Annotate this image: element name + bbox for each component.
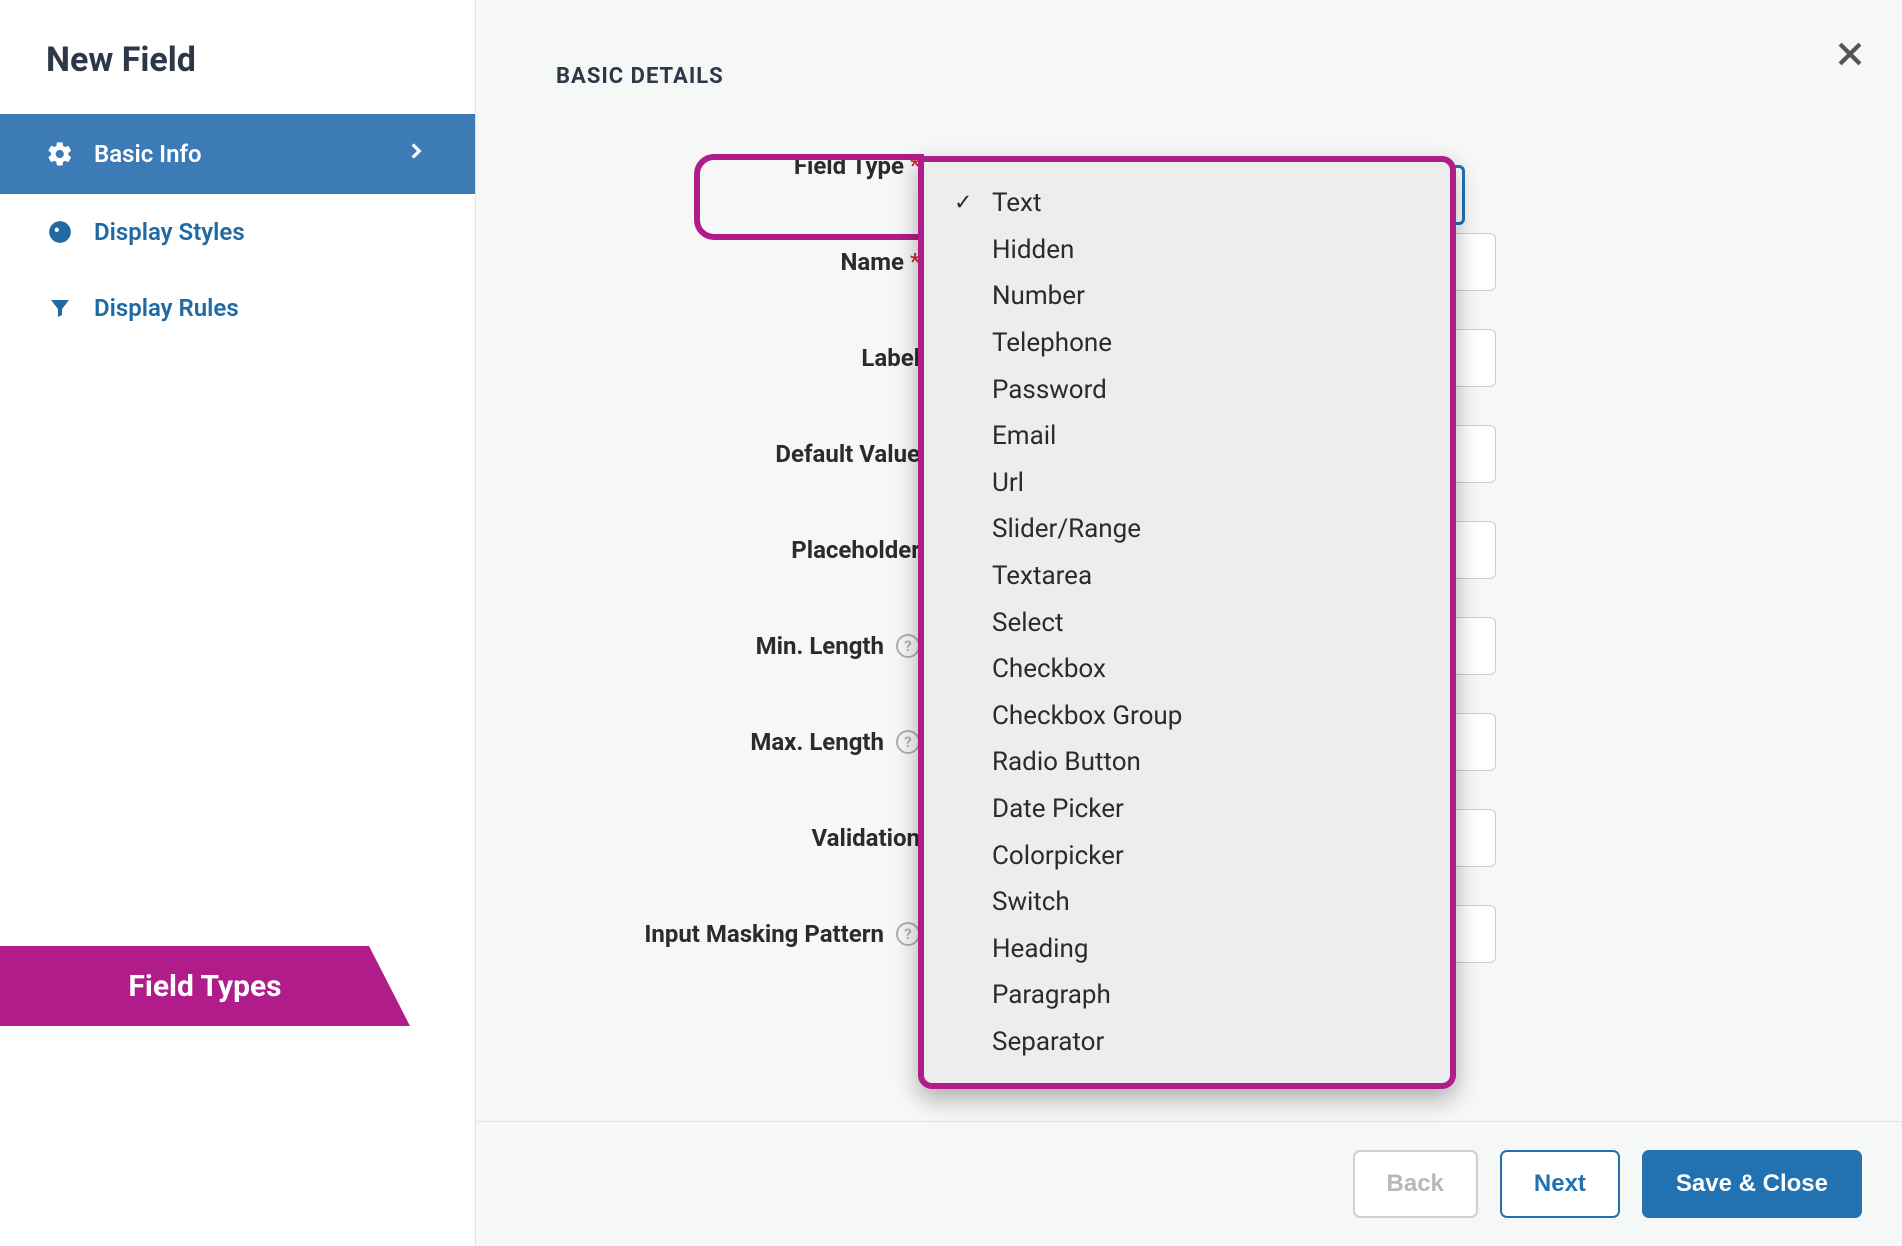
panel-heading: BASIC DETAILS bbox=[476, 0, 1902, 125]
sidebar-item-label: Display Styles bbox=[94, 218, 245, 246]
next-button[interactable]: Next bbox=[1500, 1150, 1620, 1218]
field-type-dropdown: ✓Text Hidden Number Telephone Password E… bbox=[918, 156, 1456, 1089]
gear-icon bbox=[46, 140, 74, 168]
sidebar-item-label: Display Rules bbox=[94, 294, 239, 322]
dropdown-option[interactable]: Password bbox=[942, 366, 1438, 413]
sidebar-item-display-styles[interactable]: Display Styles bbox=[0, 194, 475, 270]
label-input-masking: Input Masking Pattern ? bbox=[596, 920, 956, 948]
sidebar-item-display-rules[interactable]: Display Rules bbox=[0, 270, 475, 346]
footer: Back Next Save & Close bbox=[476, 1121, 1902, 1246]
label-placeholder: Placeholder bbox=[596, 536, 956, 564]
sidebar-title: New Field bbox=[0, 0, 475, 114]
dropdown-option[interactable]: Select bbox=[942, 599, 1438, 646]
label-label: Label bbox=[596, 344, 956, 372]
dropdown-option[interactable]: Colorpicker bbox=[942, 832, 1438, 879]
save-close-button[interactable]: Save & Close bbox=[1642, 1150, 1862, 1218]
help-icon[interactable]: ? bbox=[896, 730, 920, 754]
check-icon: ✓ bbox=[954, 191, 972, 216]
sidebar-item-basic-info[interactable]: Basic Info bbox=[0, 114, 475, 194]
label-validation: Validation bbox=[596, 824, 956, 852]
dropdown-option[interactable]: Checkbox bbox=[942, 646, 1438, 693]
palette-icon bbox=[46, 218, 74, 246]
dropdown-option[interactable]: Checkbox Group bbox=[942, 693, 1438, 740]
dropdown-option[interactable]: ✓Text bbox=[942, 180, 1438, 227]
dropdown-option[interactable]: Slider/Range bbox=[942, 506, 1438, 553]
dropdown-option[interactable]: Heading bbox=[942, 926, 1438, 973]
dropdown-option[interactable]: Radio Button bbox=[942, 739, 1438, 786]
dropdown-option[interactable]: Email bbox=[942, 413, 1438, 460]
label-default-value: Default Value bbox=[596, 440, 956, 468]
dropdown-option[interactable]: Separator bbox=[942, 1019, 1438, 1066]
chevron-right-icon bbox=[403, 138, 429, 170]
sidebar: New Field Basic Info Display Styles Disp… bbox=[0, 0, 476, 1246]
dropdown-option[interactable]: Telephone bbox=[942, 320, 1438, 367]
label-name: Name* bbox=[596, 248, 956, 276]
back-button[interactable]: Back bbox=[1353, 1150, 1478, 1218]
dropdown-option[interactable]: Paragraph bbox=[942, 972, 1438, 1019]
dropdown-option[interactable]: Hidden bbox=[942, 227, 1438, 274]
help-icon[interactable]: ? bbox=[896, 922, 920, 946]
dropdown-option[interactable]: Textarea bbox=[942, 553, 1438, 600]
dropdown-option[interactable]: Date Picker bbox=[942, 786, 1438, 833]
close-button[interactable] bbox=[1830, 34, 1870, 74]
sidebar-item-label: Basic Info bbox=[94, 140, 202, 168]
label-min-length: Min. Length ? bbox=[596, 632, 956, 660]
label-field-type: Field Type* bbox=[596, 152, 956, 180]
dropdown-option[interactable]: Number bbox=[942, 273, 1438, 320]
help-icon[interactable]: ? bbox=[896, 634, 920, 658]
field-types-tag: Field Types bbox=[0, 946, 410, 1026]
dropdown-option[interactable]: Url bbox=[942, 460, 1438, 507]
label-max-length: Max. Length ? bbox=[596, 728, 956, 756]
funnel-icon bbox=[46, 294, 74, 322]
dropdown-option[interactable]: Switch bbox=[942, 879, 1438, 926]
